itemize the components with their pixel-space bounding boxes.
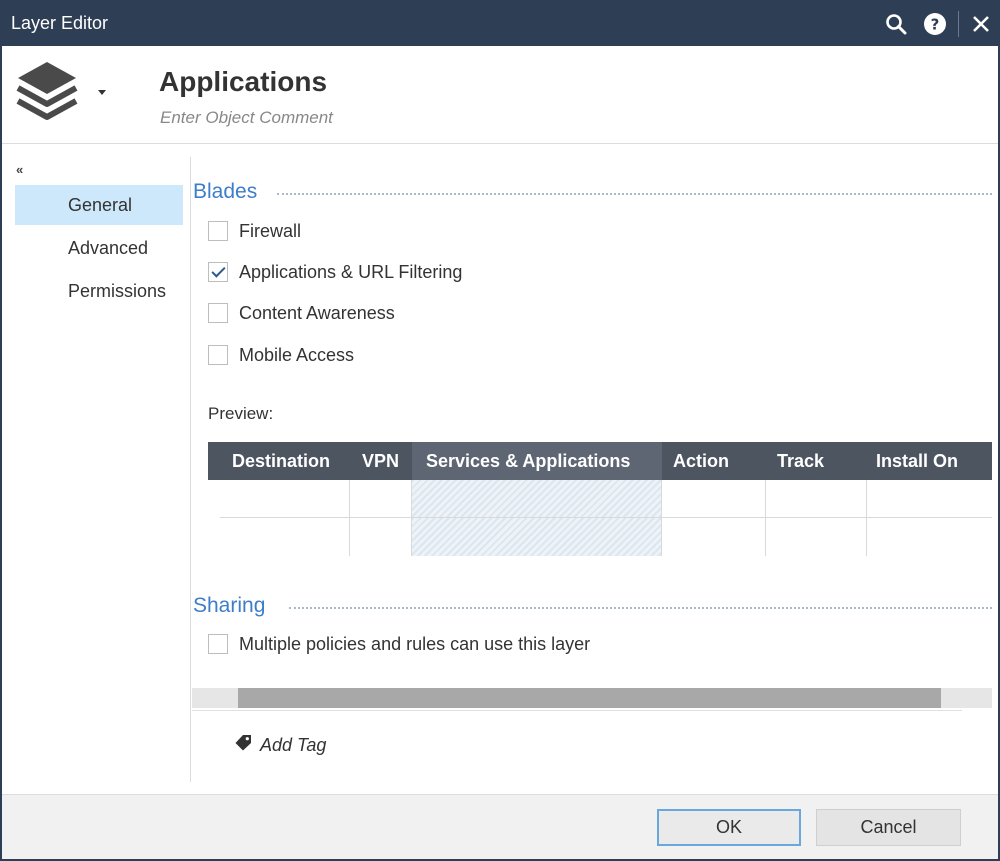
dialog-footer: OK Cancel	[2, 794, 998, 859]
preview-col-action: Action	[673, 451, 729, 471]
sharing-label: Multiple policies and rules can use this…	[239, 633, 591, 654]
table-cell	[412, 518, 662, 556]
close-icon[interactable]	[967, 10, 995, 38]
sidebar-divider	[190, 157, 191, 782]
table-cell	[412, 480, 662, 518]
table-cell	[766, 480, 867, 518]
sidebar-item-advanced[interactable]: Advanced	[15, 228, 183, 268]
table-cell	[220, 480, 350, 518]
object-name[interactable]: Applications	[159, 66, 327, 98]
sharing-multiple-policies[interactable]: Multiple policies and rules can use this…	[208, 633, 590, 655]
blade-firewall[interactable]: Firewall	[208, 220, 301, 242]
object-header: Applications Enter Object Comment	[2, 46, 998, 144]
preview-col-install-on: Install On	[876, 451, 959, 471]
firewall-checkbox[interactable]	[208, 221, 228, 241]
add-tag-button[interactable]: Add Tag	[235, 734, 326, 756]
blades-section-rule	[277, 193, 992, 195]
table-cell	[662, 518, 766, 556]
sidebar-nav: General Advanced Permissions	[15, 185, 183, 314]
scrollbar-thumb[interactable]	[238, 688, 941, 708]
layers-icon[interactable]	[14, 58, 80, 124]
table-cell	[220, 518, 350, 556]
sharing-checkbox[interactable]	[208, 634, 228, 654]
collapse-sidebar-button[interactable]: «	[16, 162, 23, 177]
sharing-section-title: Sharing	[193, 594, 266, 617]
horizontal-scrollbar[interactable]	[192, 688, 992, 708]
svg-text:?: ?	[931, 16, 940, 34]
sidebar-item-permissions[interactable]: Permissions	[15, 271, 183, 311]
chevron-down-icon[interactable]	[98, 90, 106, 95]
firewall-label: Firewall	[239, 220, 302, 241]
add-tag-label: Add Tag	[260, 734, 327, 755]
table-cell	[766, 518, 867, 556]
blade-mobile-access[interactable]: Mobile Access	[208, 344, 354, 366]
content-awareness-checkbox[interactable]	[208, 303, 228, 323]
layer-editor-window: Layer Editor ? Applications Enter Object…	[0, 0, 1000, 861]
ok-button[interactable]: OK	[657, 809, 801, 846]
preview-table-header: Destination VPN Services & Applications …	[208, 442, 992, 480]
app-url-filtering-checkbox[interactable]	[208, 262, 228, 282]
window-title: Layer Editor	[11, 13, 109, 33]
mobile-access-checkbox[interactable]	[208, 345, 228, 365]
tag-icon	[235, 734, 252, 756]
app-url-filtering-label: Applications & URL Filtering	[239, 261, 463, 282]
blade-app-url-filtering[interactable]: Applications & URL Filtering	[208, 261, 462, 283]
search-icon[interactable]	[882, 10, 910, 38]
preview-col-vpn: VPN	[362, 451, 400, 471]
tags-divider	[192, 710, 962, 711]
preview-col-services-applications: Services & Applications	[412, 442, 662, 480]
content-awareness-label: Content Awareness	[239, 302, 395, 323]
sidebar-item-general[interactable]: General	[15, 185, 183, 225]
preview-label: Preview:	[208, 404, 274, 423]
object-comment-field[interactable]: Enter Object Comment	[160, 108, 333, 128]
blades-section-title: Blades	[193, 180, 258, 203]
titlebar-divider	[958, 11, 959, 37]
help-icon[interactable]: ?	[921, 10, 949, 38]
table-cell	[662, 480, 766, 518]
title-bar: Layer Editor ?	[2, 2, 998, 46]
table-cell	[350, 518, 412, 556]
table-cell	[867, 480, 992, 518]
blade-content-awareness[interactable]: Content Awareness	[208, 302, 395, 324]
sharing-section-rule	[289, 607, 992, 609]
preview-col-destination: Destination	[232, 451, 331, 471]
mobile-access-label: Mobile Access	[239, 344, 355, 365]
cancel-button[interactable]: Cancel	[816, 809, 961, 846]
table-cell	[350, 480, 412, 518]
preview-col-track: Track	[777, 451, 825, 471]
table-cell	[867, 518, 992, 556]
preview-table: Destination VPN Services & Applications …	[208, 442, 992, 558]
